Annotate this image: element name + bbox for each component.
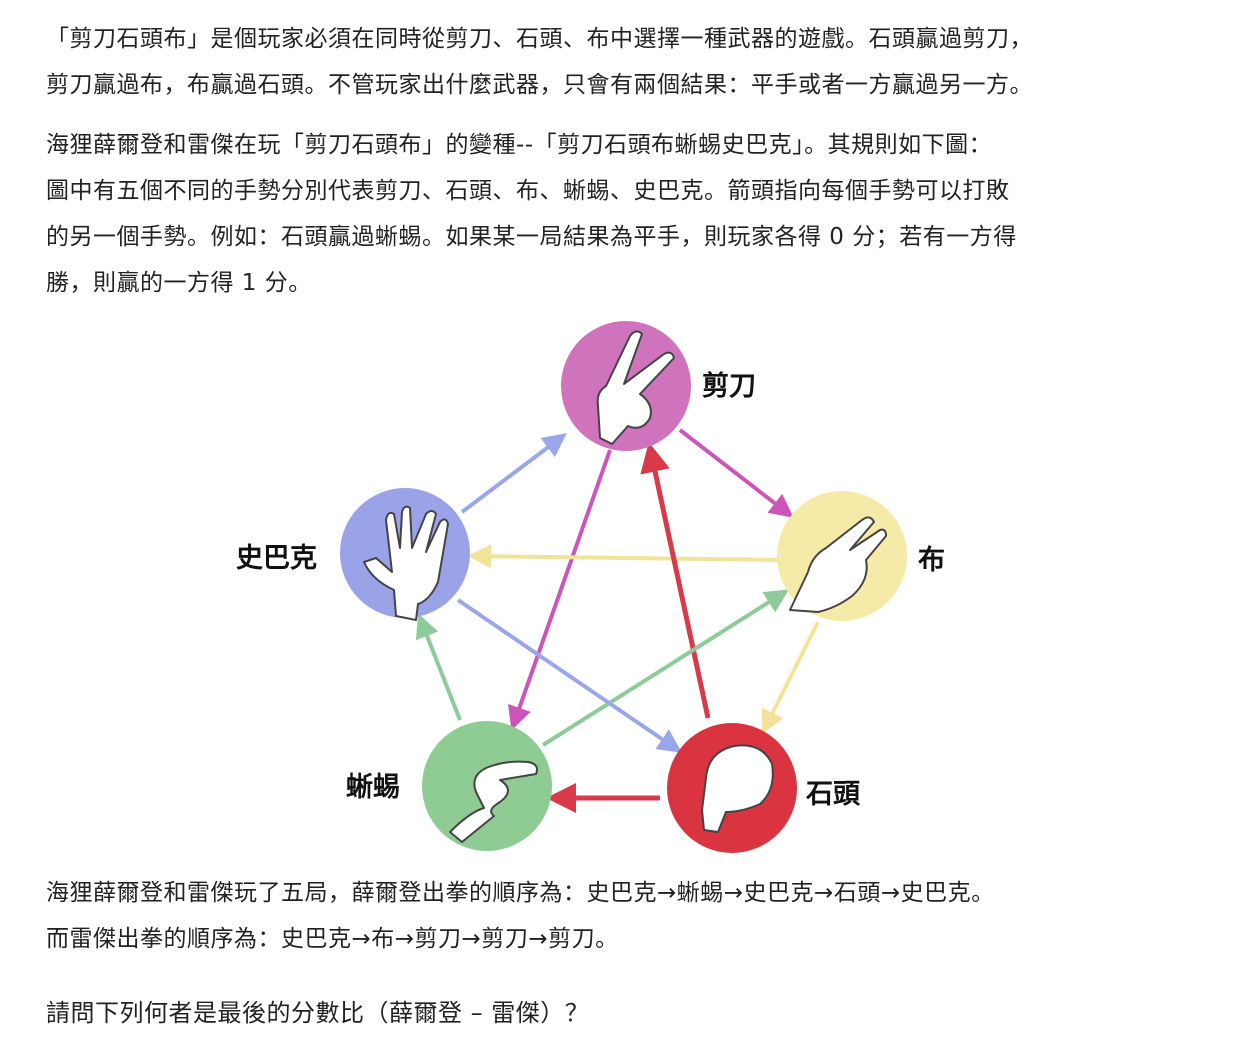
arrow-scissors-beats-lizard — [508, 449, 612, 731]
label-rock: 石頭 — [806, 779, 860, 810]
label-spock: 史巴克 — [236, 543, 317, 574]
label-paper: 布 — [918, 545, 945, 576]
games-line-1: 海狸薛爾登和雷傑玩了五局，薛爾登出拳的順序為：史巴克→蜥蜴→史巴克→石頭→史巴克… — [46, 880, 995, 906]
games-paragraph: 海狸薛爾登和雷傑玩了五局，薛爾登出拳的順序為：史巴克→蜥蜴→史巴克→石頭→史巴克… — [46, 870, 1186, 962]
arrow-paper-beats-rock — [761, 621, 820, 735]
arrow-paper-beats-spock — [467, 544, 779, 569]
arrow-spock-beats-scissors — [460, 433, 567, 514]
label-scissors: 剪刀 — [702, 371, 756, 402]
arrow-lizard-beats-paper — [541, 589, 790, 747]
label-lizard: 蜥蜴 — [346, 772, 400, 803]
arrow-rock-beats-scissors — [640, 442, 711, 719]
arrow-lizard-beats-spock — [415, 613, 462, 721]
question-text: 請問下列何者是最後的分數比（薛爾登 – 雷傑）？ — [46, 999, 590, 1027]
question-paragraph: 請問下列何者是最後的分數比（薛爾登 – 雷傑）？ — [46, 990, 1186, 1036]
games-line-2: 而雷傑出拳的順序為：史巴克→布→剪刀→剪刀→剪刀。 — [46, 926, 619, 952]
arrow-scissors-beats-paper — [678, 428, 794, 518]
